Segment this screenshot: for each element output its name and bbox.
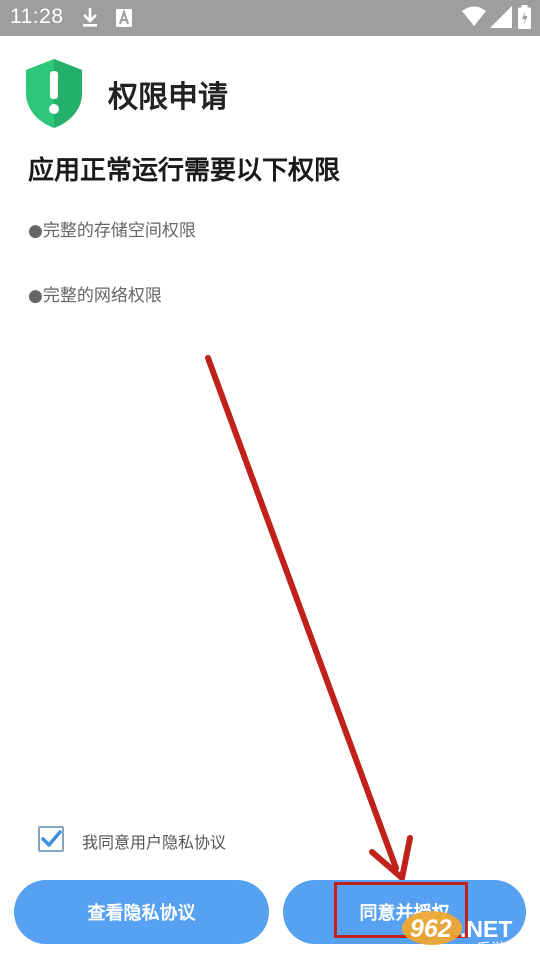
signal-icon (490, 6, 512, 28)
watermark-logo: 962 .NET 乐游网 (402, 911, 521, 956)
battery-icon (518, 5, 531, 29)
agree-checkbox[interactable] (38, 826, 64, 852)
permission-storage: ●完整的存储空间权限 (28, 221, 196, 241)
download-icon (83, 8, 97, 27)
svg-text:962: 962 (410, 915, 452, 943)
font-icon (116, 9, 132, 27)
svg-text:.NET: .NET (460, 916, 512, 942)
status-time: 11:28 (10, 5, 64, 28)
status-bar: 11:28 (0, 0, 540, 36)
view-privacy-label: 查看隐私协议 (87, 903, 196, 924)
svg-text:乐游网: 乐游网 (476, 940, 521, 956)
wifi-icon (462, 6, 486, 26)
permissions-heading: 应用正常运行需要以下权限 (28, 156, 341, 186)
checkmark-icon (41, 830, 62, 847)
view-privacy-button[interactable]: 查看隐私协议 (14, 880, 269, 944)
permission-network: ●完整的网络权限 (28, 286, 162, 306)
page-title: 权限申请 (108, 80, 228, 115)
annotation-arrow (205, 355, 413, 881)
agree-label[interactable]: 我同意用户隐私协议 (82, 829, 226, 853)
shield-alert-icon (26, 59, 82, 128)
